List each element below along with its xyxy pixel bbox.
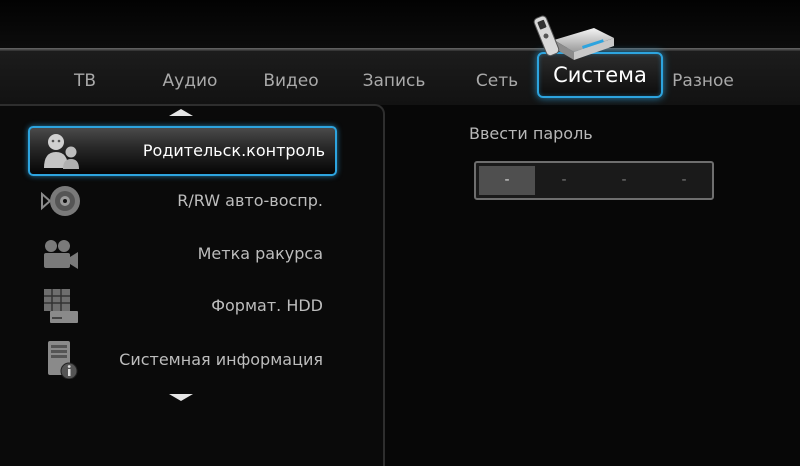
menu-item-angle-mark[interactable]: Метка ракурса [28, 231, 333, 277]
menu-item-label: Системная информация [119, 350, 323, 369]
parental-control-icon [44, 134, 79, 169]
hdd-format-icon [44, 289, 78, 323]
password-digit-3[interactable]: - [596, 166, 652, 195]
menu-item-label: Формат. HDD [211, 296, 323, 315]
camera-angle-icon [44, 240, 78, 269]
scroll-down-arrow-icon[interactable] [169, 394, 193, 401]
menu-item-disc-autoplay[interactable]: R/RW авто-воспр. [28, 178, 333, 224]
tab-audio[interactable]: Аудио [150, 64, 230, 98]
media-player-remote-icon [533, 15, 614, 60]
tab-tv[interactable]: ТВ [55, 64, 115, 98]
menu-item-label: Метка ракурса [197, 244, 323, 263]
menu-item-parental-control[interactable]: Родительск.контроль [28, 126, 337, 176]
tab-misc[interactable]: Разное [664, 64, 742, 98]
password-digit-1[interactable]: - [479, 166, 535, 195]
tab-record[interactable]: Запись [352, 64, 436, 98]
menu-item-label: R/RW авто-воспр. [177, 191, 323, 210]
scroll-up-arrow-icon[interactable] [169, 109, 193, 116]
password-label: Ввести пароль [469, 124, 593, 143]
system-info-icon [48, 341, 78, 379]
top-band [0, 0, 800, 48]
tab-video[interactable]: Видео [252, 64, 330, 98]
tab-network[interactable]: Сеть [462, 64, 532, 98]
menu-item-system-info[interactable]: Системная информация [28, 337, 333, 383]
password-field[interactable]: - - - - [474, 161, 714, 200]
menu-item-label: Родительск.контроль [142, 141, 325, 160]
password-digit-4[interactable]: - [656, 166, 712, 195]
menu-item-hdd-format[interactable]: Формат. HDD [28, 283, 333, 329]
password-digit-2[interactable]: - [536, 166, 592, 195]
disc-autoplay-icon [41, 186, 80, 216]
